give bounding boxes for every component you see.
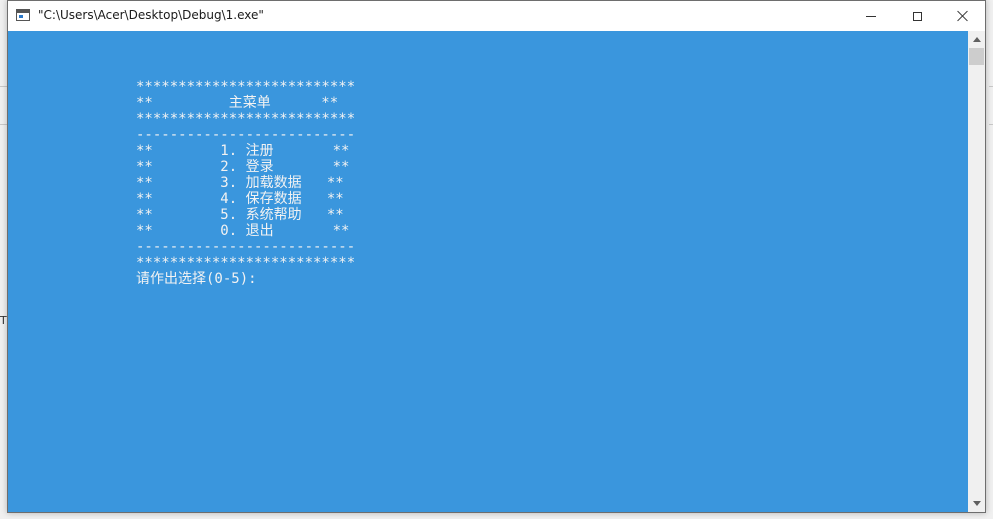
window-title: "C:\Users\Acer\Desktop\Debug\1.exe"	[38, 8, 264, 22]
maximize-icon	[912, 11, 922, 21]
menu-separator: --------------------------	[136, 239, 356, 255]
close-icon	[957, 10, 969, 22]
close-button[interactable]	[940, 1, 986, 31]
scroll-up-arrow-icon	[972, 37, 981, 42]
menu-option-system-help: ** 5. 系统帮助 **	[136, 207, 344, 223]
scrollbar-thumb[interactable]	[969, 48, 984, 65]
input-prompt[interactable]: 请作出选择(0-5):	[136, 271, 355, 287]
menu-option-exit: ** 0. 退出 **	[136, 223, 350, 239]
minimize-button[interactable]	[848, 1, 894, 31]
menu-option-register: ** 1. 注册 **	[136, 143, 350, 159]
menu-border-top: **************************	[136, 79, 356, 95]
vertical-scrollbar[interactable]	[968, 31, 985, 512]
menu-option-login: ** 2. 登录 **	[136, 159, 350, 175]
maximize-button[interactable]	[894, 1, 940, 31]
menu-separator: --------------------------	[136, 127, 356, 143]
menu-option-load-data: ** 3. 加载数据 **	[136, 175, 344, 191]
background-divider	[989, 124, 993, 125]
menu-option-save-data: ** 4. 保存数据 **	[136, 191, 344, 207]
minimize-icon	[866, 15, 876, 17]
scroll-up-button[interactable]	[968, 31, 985, 48]
console-output-area[interactable]: ************************** ** 主菜单 ** ***…	[8, 31, 968, 512]
background-text-fragment: T	[0, 314, 7, 327]
console-app-icon[interactable]	[16, 9, 30, 21]
main-menu: ************************** ** 主菜单 ** ***…	[136, 79, 355, 287]
scroll-down-button[interactable]	[968, 495, 985, 512]
menu-border: **************************	[136, 111, 356, 127]
menu-title-line: ** 主菜单 **	[136, 95, 339, 111]
title-bar[interactable]: "C:\Users\Acer\Desktop\Debug\1.exe"	[8, 1, 985, 31]
background-divider	[989, 86, 993, 87]
menu-border-bottom: **************************	[136, 255, 356, 271]
scroll-down-arrow-icon	[972, 501, 981, 506]
